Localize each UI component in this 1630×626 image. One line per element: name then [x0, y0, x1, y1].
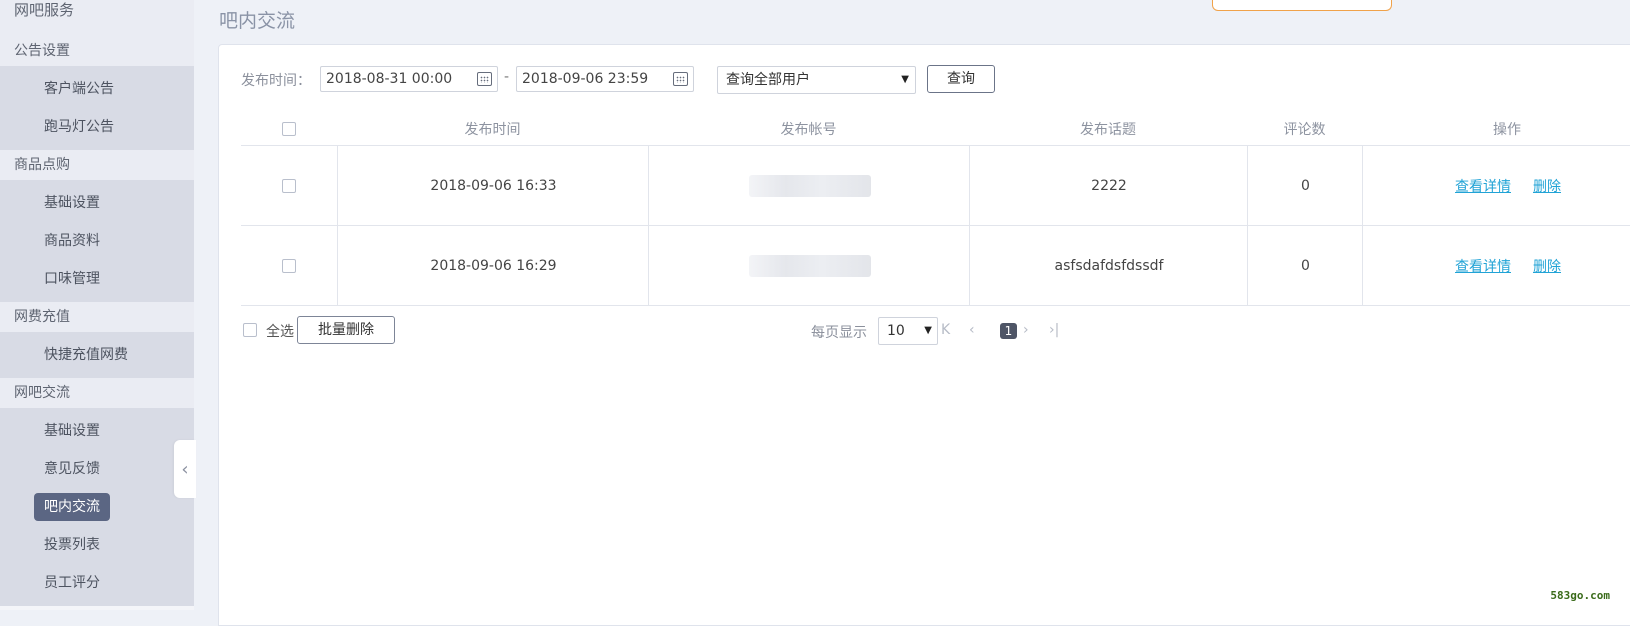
next-page-icon[interactable]: ›: [1023, 321, 1029, 339]
sidebar-item-quick-recharge[interactable]: 快捷充值网费: [0, 336, 194, 374]
view-detail-link[interactable]: 查看详情: [1455, 256, 1511, 276]
sidebar-group-recharge[interactable]: 网费充值: [0, 302, 194, 332]
redacted-account: [748, 254, 871, 277]
sidebar-item-goods-basic-settings[interactable]: 基础设置: [0, 184, 194, 222]
row-actions: 查看详情 删除: [1362, 146, 1630, 225]
sidebar-item-staff-rating[interactable]: 员工评分: [0, 564, 194, 602]
current-page-number[interactable]: 1: [1000, 323, 1017, 339]
sidebar-item-comm-basic-settings[interactable]: 基础设置: [0, 412, 194, 450]
sidebar-items-goods: 基础设置 商品资料 口味管理: [0, 180, 194, 302]
header-actions: 操作: [1493, 122, 1521, 138]
per-page-value: 10: [887, 323, 905, 339]
delete-link[interactable]: 删除: [1533, 176, 1561, 196]
sidebar-items-announcement: 客户端公告 跑马灯公告: [0, 66, 194, 150]
header-checkbox-cell: [241, 113, 337, 145]
posts-table: 发布时间 发布帐号 发布话题 评论数 操作 2018-09-06 16:33 2…: [241, 113, 1630, 306]
row-publish-account: [648, 146, 970, 225]
last-page-icon[interactable]: ›|: [1049, 321, 1059, 339]
row-checkbox-cell: [241, 146, 337, 225]
chevron-left-icon: ‹: [181, 458, 189, 480]
date-separator: -: [504, 69, 510, 85]
end-date-input[interactable]: 2018-09-06 23:59: [516, 66, 694, 92]
delete-link[interactable]: 删除: [1533, 256, 1561, 276]
header-publish-topic: 发布话题: [1080, 122, 1136, 138]
sidebar-group-communication[interactable]: 网吧交流: [0, 378, 194, 408]
row-publish-account: [648, 226, 970, 305]
dropdown-arrow-icon: ▼: [901, 74, 909, 85]
publish-time-label: 发布时间：: [241, 73, 311, 89]
sidebar-item-flavor-management[interactable]: 口味管理: [0, 260, 194, 298]
select-all-checkbox[interactable]: [243, 323, 257, 337]
per-page-label: 每页显示: [811, 325, 867, 341]
row-checkbox[interactable]: [282, 258, 296, 273]
row-comment-count: 0: [1247, 226, 1363, 305]
row-publish-time: 2018-09-06 16:33: [337, 146, 649, 225]
table-row: 2018-09-06 16:33 2222 0 查看详情 删除: [241, 146, 1630, 226]
row-publish-topic: 2222: [969, 146, 1248, 225]
sidebar-item-goods-info[interactable]: 商品资料: [0, 222, 194, 260]
sidebar-items-communication: 基础设置 意见反馈 吧内交流 投票列表 员工评分: [0, 408, 194, 606]
header-publish-account: 发布帐号: [780, 122, 837, 138]
redacted-account: [748, 174, 871, 197]
query-button[interactable]: 查询: [927, 65, 995, 93]
calendar-icon[interactable]: [673, 72, 688, 86]
sidebar-group-announcement[interactable]: 公告设置: [0, 36, 194, 66]
user-filter-value: 查询全部用户: [726, 72, 810, 88]
sidebar-item-active-label: 吧内交流: [34, 493, 110, 521]
sidebar-collapse-button[interactable]: ‹: [174, 440, 196, 498]
row-comment-count: 0: [1247, 146, 1363, 225]
end-date-value: 2018-09-06 23:59: [522, 71, 649, 87]
sidebar-group-netbar-service[interactable]: 网吧服务: [0, 0, 194, 36]
row-checkbox[interactable]: [282, 178, 296, 193]
row-publish-time: 2018-09-06 16:29: [337, 226, 649, 305]
sidebar-item-client-announcement[interactable]: 客户端公告: [0, 70, 194, 108]
header-publish-time: 发布时间: [464, 122, 521, 138]
start-date-input[interactable]: 2018-08-31 00:00: [320, 66, 498, 92]
sidebar-group-goods[interactable]: 商品点购: [0, 150, 194, 180]
select-all-label[interactable]: 全选: [266, 321, 294, 341]
sidebar-item-marquee-announcement[interactable]: 跑马灯公告: [0, 108, 194, 146]
page-title: 吧内交流: [219, 10, 296, 32]
first-page-icon[interactable]: K: [941, 321, 950, 339]
view-detail-link[interactable]: 查看详情: [1455, 176, 1511, 196]
table-header: 发布时间 发布帐号 发布话题 评论数 操作: [241, 113, 1630, 146]
watermark: 583go.com: [1550, 589, 1610, 602]
calendar-icon[interactable]: [477, 72, 492, 86]
top-popup: [1212, 0, 1392, 11]
batch-delete-button[interactable]: 批量删除: [297, 316, 395, 344]
sidebar-item-vote-list[interactable]: 投票列表: [0, 526, 194, 564]
select-all-header-checkbox[interactable]: [282, 122, 296, 136]
per-page-select[interactable]: 10 ▼: [878, 317, 938, 345]
content-panel: 发布时间： 2018-08-31 00:00 - 2018-09-06 23:5…: [218, 44, 1630, 626]
row-publish-topic: asfsdafdsfdssdf: [969, 226, 1248, 305]
user-filter-select[interactable]: 查询全部用户 ▼: [717, 66, 916, 94]
row-actions: 查看详情 删除: [1362, 226, 1630, 305]
table-row: 2018-09-06 16:29 asfsdafdsfdssdf 0 查看详情 …: [241, 226, 1630, 306]
dropdown-arrow-icon: ▼: [924, 325, 932, 336]
header-comment-count: 评论数: [1283, 122, 1326, 138]
sidebar: 网吧服务 公告设置 客户端公告 跑马灯公告 商品点购 基础设置 商品资料 口味管…: [0, 0, 194, 610]
prev-page-icon[interactable]: ‹: [969, 321, 975, 339]
row-checkbox-cell: [241, 226, 337, 305]
start-date-value: 2018-08-31 00:00: [326, 71, 453, 87]
sidebar-item-bar-communication[interactable]: 吧内交流: [0, 488, 194, 526]
sidebar-items-recharge: 快捷充值网费: [0, 332, 194, 378]
sidebar-item-feedback[interactable]: 意见反馈: [0, 450, 194, 488]
